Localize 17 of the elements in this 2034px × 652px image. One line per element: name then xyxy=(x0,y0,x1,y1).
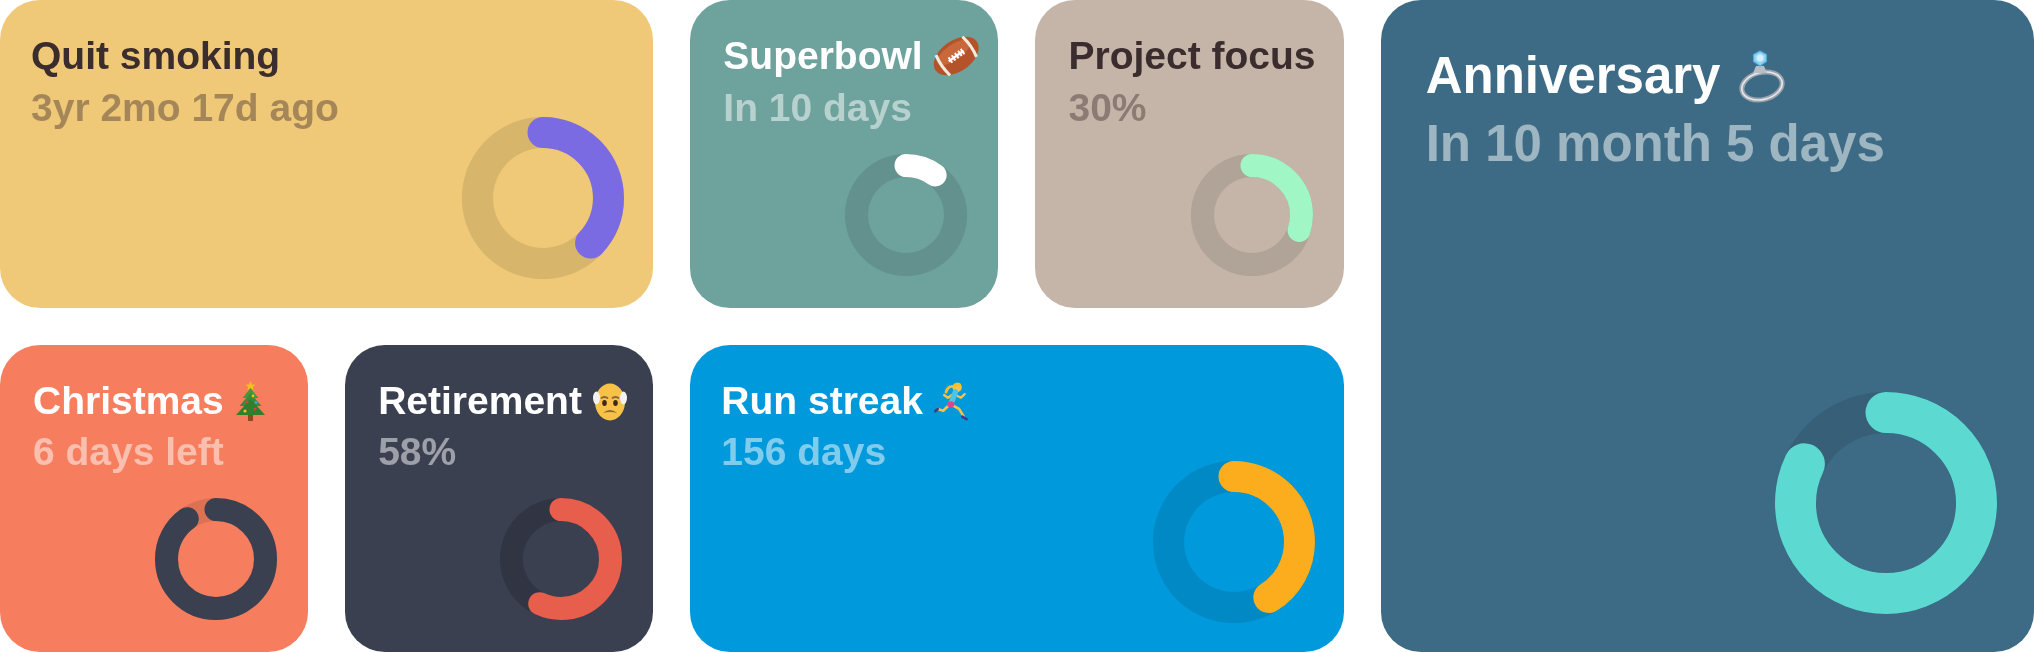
card-subtitle: 6 days left xyxy=(33,429,224,476)
card-title: Project focus xyxy=(1068,33,1316,79)
card-title: Anniversary xyxy=(1425,46,1721,106)
card-title: Run streak xyxy=(721,377,923,424)
card-title: Quit smoking xyxy=(31,33,281,79)
card-subtitle: 30% xyxy=(1068,84,1147,131)
christmas-tree-icon xyxy=(233,380,267,421)
card-title: Superbowl xyxy=(723,33,923,79)
card-subtitle: In 10 days xyxy=(723,84,912,131)
card-subtitle: 58% xyxy=(378,429,457,476)
football-icon xyxy=(932,36,980,77)
card-subtitle: 156 days xyxy=(721,429,887,476)
runner-icon xyxy=(932,380,969,421)
card-title: Christmas xyxy=(33,377,224,424)
card-title: Retirement xyxy=(378,377,582,424)
card-subtitle: In 10 month 5 days xyxy=(1425,114,1885,175)
card-subtitle: 3yr 2mo 17d ago xyxy=(31,84,339,131)
